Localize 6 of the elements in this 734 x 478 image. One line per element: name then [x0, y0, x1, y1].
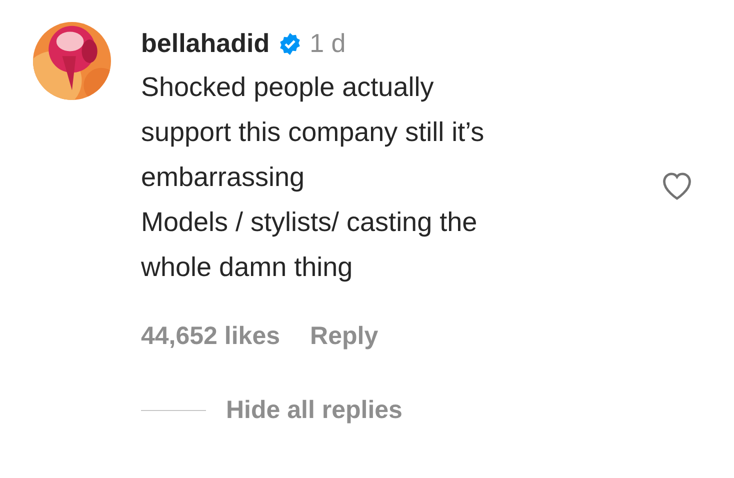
comment-text: Shocked people actually support this company still it’s embarrassing Models / stylists/ casting the whole damn thing: [141, 71, 486, 284]
comment-time: 1 d: [310, 28, 346, 59]
like-count[interactable]: 44,652 likes: [141, 322, 280, 351]
reply-link[interactable]: Reply: [310, 322, 378, 351]
username[interactable]: bellahadid: [141, 28, 270, 59]
hide-replies-link[interactable]: Hide all replies: [226, 396, 402, 425]
